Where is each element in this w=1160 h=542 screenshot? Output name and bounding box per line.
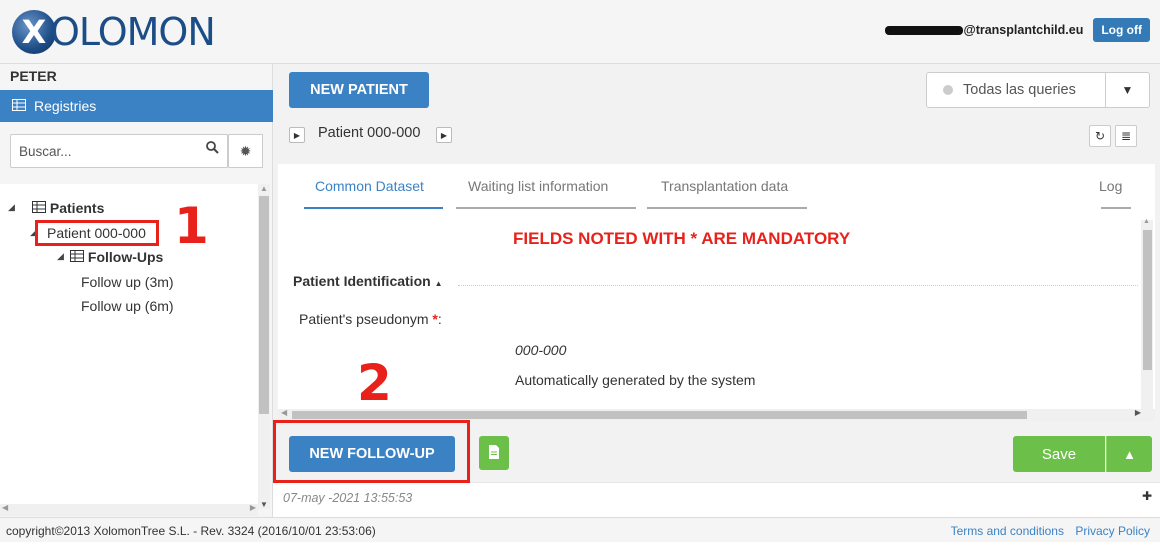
- sidebar: PETER Registries ✹ ◢ Patients ◢ Patient …: [0, 64, 273, 517]
- caret-up-icon: ▲: [1123, 446, 1136, 462]
- annotation-number-1: 1: [174, 197, 209, 255]
- footer-links: Terms and conditions Privacy Policy: [943, 524, 1150, 538]
- document-button[interactable]: [479, 436, 509, 470]
- save-options-button[interactable]: ▲: [1106, 436, 1152, 472]
- copyright-text: copyright©2013 XolomonTree S.L. - Rev. 3…: [6, 524, 376, 538]
- pseudonym-label: Patient's pseudonym *:: [299, 311, 442, 327]
- terms-link[interactable]: Terms and conditions: [951, 524, 1064, 538]
- tab-waiting-list[interactable]: Waiting list information: [468, 178, 608, 194]
- tree-node-followup-6m[interactable]: Follow up (6m): [81, 298, 174, 314]
- annotation-number-2: 2: [357, 354, 392, 412]
- app-header: X OLOMON @transplantchild.eu Log off: [0, 0, 1160, 64]
- new-patient-button[interactable]: NEW PATIENT: [289, 72, 429, 108]
- queries-label: Todas las queries: [963, 82, 1076, 98]
- tree-node-followup-3m[interactable]: Follow up (3m): [81, 274, 174, 290]
- collapse-arrow-icon[interactable]: ◢: [8, 202, 15, 213]
- caret-up-icon: ▲: [434, 279, 443, 288]
- tree-node-patients[interactable]: Patients: [32, 200, 104, 216]
- document-icon: [488, 444, 500, 462]
- pseudonym-value: 000-000: [515, 342, 567, 358]
- search-icon[interactable]: [206, 141, 219, 157]
- play-icon: ▶: [293, 130, 301, 140]
- user-area: @transplantchild.eu Log off: [884, 18, 1150, 42]
- user-email: @transplantchild.eu: [884, 23, 1083, 37]
- next-record-button[interactable]: ▶: [436, 127, 452, 143]
- save-button[interactable]: Save: [1013, 436, 1105, 472]
- refresh-button[interactable]: ↻: [1089, 125, 1111, 147]
- caret-down-icon: ▼: [1121, 83, 1134, 97]
- annotation-box-1: [35, 220, 159, 246]
- content-vertical-scrollbar[interactable]: ▲: [1141, 218, 1153, 410]
- play-icon: ▶: [440, 130, 448, 140]
- mandatory-fields-note: FIELDS NOTED WITH * ARE MANDATORY: [513, 229, 851, 248]
- tab-underline: [1101, 207, 1131, 209]
- status-bar: 07-may -2021 13:55:53 ✚: [273, 482, 1160, 517]
- sidebar-item-registries[interactable]: Registries: [0, 90, 273, 122]
- form-content: Common Dataset Waiting list information …: [278, 164, 1155, 421]
- table-icon: [12, 98, 26, 114]
- tree-node-followups[interactable]: Follow-Ups: [70, 249, 163, 265]
- last-saved-timestamp: 07-may -2021 13:55:53: [283, 491, 413, 505]
- section-divider: [458, 285, 1138, 286]
- search-box: [10, 134, 228, 168]
- breadcrumb: Patient 000-000: [318, 125, 421, 141]
- table-icon: [32, 200, 50, 216]
- status-dot-icon: [943, 85, 953, 95]
- list-icon: ≣: [1120, 129, 1132, 143]
- tree-node-label: Follow-Ups: [87, 249, 164, 265]
- scrollbar-thumb[interactable]: [259, 196, 269, 414]
- tree-horizontal-scrollbar[interactable]: ◀ ▶: [0, 503, 258, 516]
- tab-common-dataset[interactable]: Common Dataset: [315, 178, 424, 194]
- current-user-name: PETER: [10, 68, 57, 84]
- tree-node-label: Patients: [49, 200, 105, 216]
- app-footer: copyright©2013 XolomonTree S.L. - Rev. 3…: [0, 517, 1160, 542]
- annotation-box-2: [273, 420, 470, 483]
- collapse-arrow-icon[interactable]: ◢: [57, 251, 64, 262]
- privacy-link[interactable]: Privacy Policy: [1075, 524, 1150, 538]
- table-icon: [70, 249, 88, 265]
- tab-log[interactable]: Log: [1099, 178, 1122, 194]
- tab-transplantation-data[interactable]: Transplantation data: [661, 178, 788, 194]
- expand-icon[interactable]: ✚: [1142, 489, 1152, 503]
- search-input[interactable]: [11, 135, 191, 167]
- tab-underline: [456, 207, 636, 209]
- refresh-icon: ↻: [1094, 129, 1106, 143]
- xolomon-logo[interactable]: X OLOMON: [12, 6, 216, 58]
- settings-button[interactable]: ✹: [228, 134, 263, 168]
- list-view-button[interactable]: ≣: [1115, 125, 1137, 147]
- scrollbar-thumb[interactable]: [1143, 230, 1152, 370]
- registries-label: Registries: [34, 98, 97, 114]
- tree-vertical-scrollbar[interactable]: ▲ ▼: [258, 184, 270, 509]
- prev-record-button[interactable]: ▶: [289, 127, 305, 143]
- logo-text: OLOMON: [50, 10, 216, 54]
- redacted-username: [884, 26, 963, 36]
- tab-underline: [647, 207, 807, 209]
- pseudonym-help-text: Automatically generated by the system: [515, 372, 756, 388]
- gear-icon: ✹: [239, 142, 252, 159]
- queries-select[interactable]: Todas las queries: [926, 72, 1106, 108]
- section-title[interactable]: Patient Identification ▲: [293, 273, 443, 289]
- scrollbar-thumb[interactable]: [292, 411, 1027, 419]
- logoff-button[interactable]: Log off: [1093, 18, 1150, 42]
- queries-dropdown-button[interactable]: ▼: [1106, 72, 1150, 108]
- tab-underline: [304, 207, 443, 209]
